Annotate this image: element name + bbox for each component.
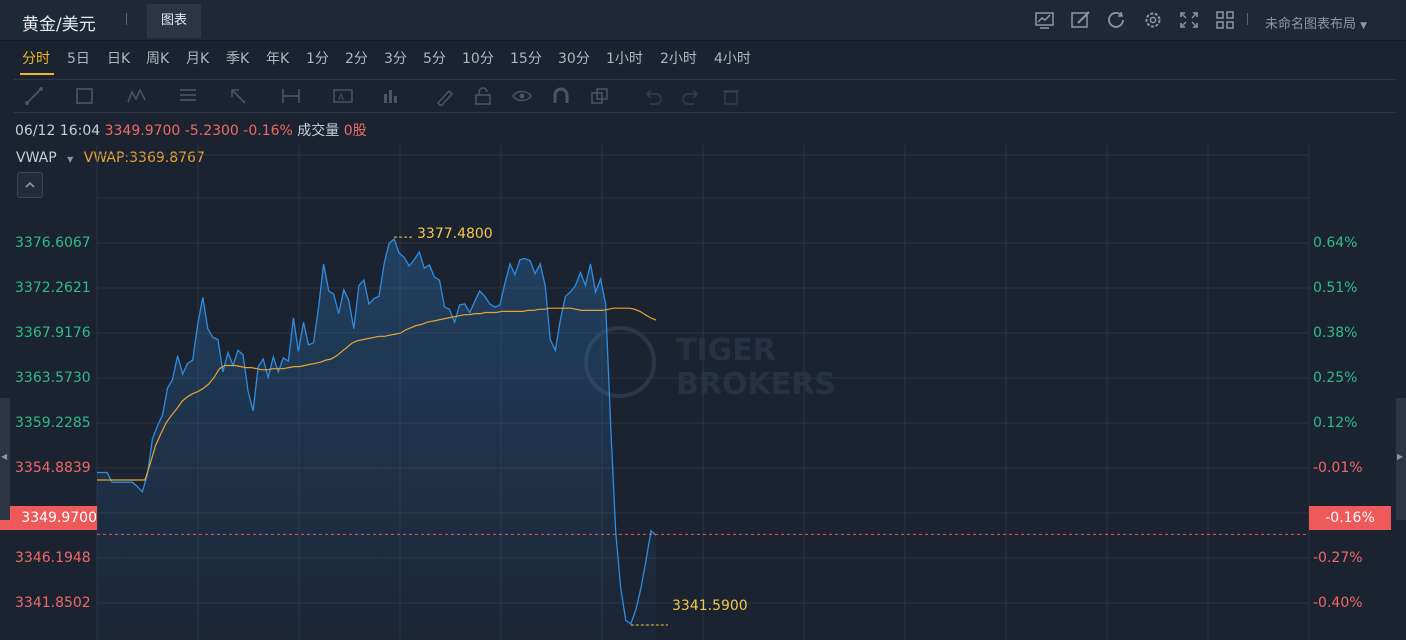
- y-tick-right: -0.27%: [1313, 550, 1363, 566]
- price-chart[interactable]: [0, 0, 1406, 640]
- left-panel-toggle[interactable]: ◀: [0, 398, 10, 520]
- chevron-right-icon: ▶: [1397, 452, 1404, 461]
- price-area-fill: [97, 239, 656, 640]
- y-tick-left: 3346.1948: [15, 550, 91, 566]
- y-tick-left: 3354.8839: [15, 460, 91, 476]
- y-tick-right: 0.25%: [1313, 370, 1358, 386]
- y-tick-left: 3341.8502: [15, 595, 91, 611]
- current-pct-badge: -0.16%: [1309, 506, 1391, 530]
- high-price-label: 3377.4800: [417, 226, 493, 242]
- y-tick-left: 3363.5730: [15, 370, 91, 386]
- right-panel-toggle[interactable]: ▶: [1396, 398, 1406, 520]
- y-tick-left: 3372.2621: [15, 280, 91, 296]
- chevron-left-icon: ◀: [1, 452, 8, 461]
- current-price-badge: 3349.9700: [0, 506, 97, 530]
- y-tick-right: -0.01%: [1313, 460, 1363, 476]
- y-tick-left: 3376.6067: [15, 235, 91, 251]
- y-tick-left: 3359.2285: [15, 415, 91, 431]
- y-tick-right: 0.64%: [1313, 235, 1358, 251]
- y-tick-right: 0.12%: [1313, 415, 1358, 431]
- y-tick-right: -0.40%: [1313, 595, 1363, 611]
- y-tick-right: 0.51%: [1313, 280, 1358, 296]
- low-price-label: 3341.5900: [672, 598, 748, 614]
- y-tick-right: 0.38%: [1313, 325, 1358, 341]
- y-tick-left: 3367.9176: [15, 325, 91, 341]
